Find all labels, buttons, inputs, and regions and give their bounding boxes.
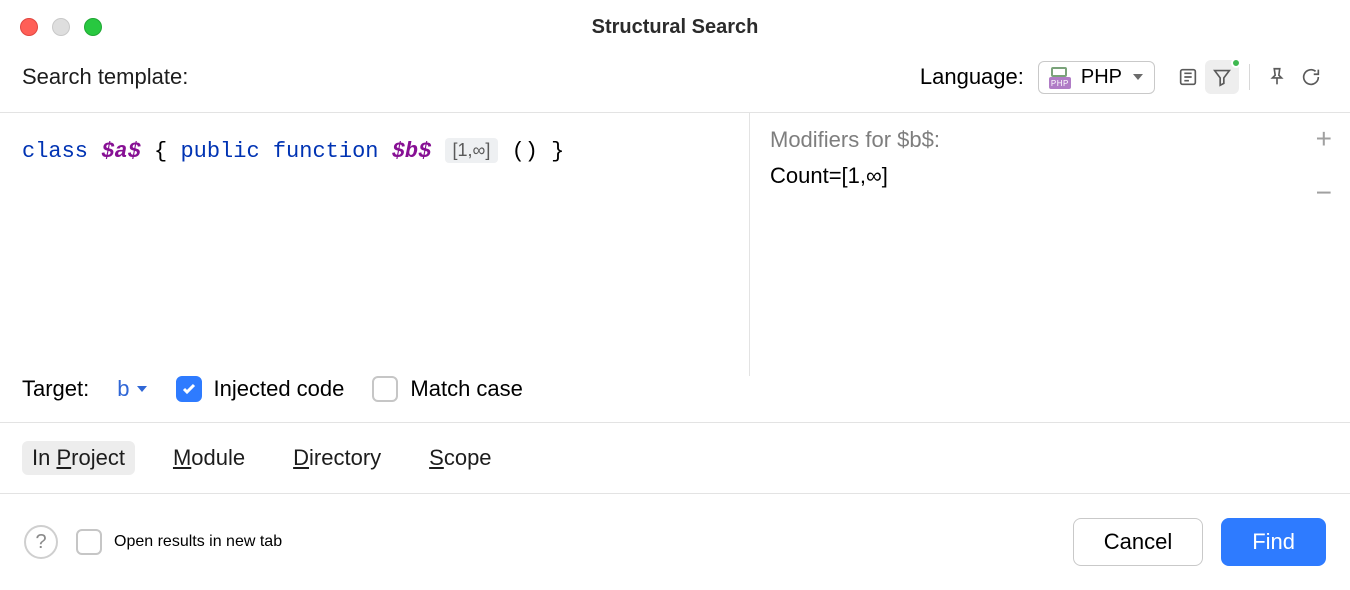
add-modifier-button[interactable]: + (1316, 125, 1332, 153)
modifier-line[interactable]: Count=[1,∞] (770, 163, 1330, 189)
close-window-button[interactable] (20, 18, 38, 36)
scope-tab-scope[interactable]: Scope (419, 441, 501, 475)
target-dropdown[interactable]: b (117, 376, 147, 402)
keyword-function: function (273, 139, 379, 164)
filter-button[interactable] (1205, 60, 1239, 94)
help-button[interactable]: ? (24, 525, 58, 559)
find-button[interactable]: Find (1221, 518, 1326, 566)
language-value: PHP (1081, 66, 1122, 89)
remove-modifier-button[interactable]: − (1316, 179, 1332, 207)
titlebar: Structural Search (0, 0, 1350, 54)
template-editor[interactable]: class $a$ { public function $b$ [1,∞] ()… (0, 113, 750, 376)
variable-b: $b$ (392, 139, 432, 164)
window-title: Structural Search (592, 16, 759, 39)
php-file-icon: PHP (1049, 67, 1071, 87)
scope-tabs: In Project Module Directory Scope (0, 423, 1350, 494)
scope-tab-in-project[interactable]: In Project (22, 441, 135, 475)
separator (1249, 64, 1250, 90)
search-template-label: Search template: (22, 64, 188, 90)
refresh-button[interactable] (1294, 60, 1328, 94)
target-row: Target: b Injected code Match case (0, 376, 1350, 423)
window-controls (20, 18, 102, 36)
injected-code-checkbox[interactable]: Injected code (176, 376, 345, 402)
scope-tab-directory[interactable]: Directory (283, 441, 391, 475)
chevron-down-icon (1132, 71, 1144, 83)
filter-active-indicator (1231, 58, 1241, 68)
modifiers-header: Modifiers for $b$: (770, 127, 1330, 153)
zoom-window-button[interactable] (84, 18, 102, 36)
variable-a: $a$ (101, 139, 141, 164)
parens: () (512, 139, 538, 164)
keyword-public: public (180, 139, 259, 164)
pin-button[interactable] (1260, 60, 1294, 94)
keyword-class: class (22, 139, 88, 164)
match-case-checkbox[interactable]: Match case (372, 376, 523, 402)
scope-tab-module[interactable]: Module (163, 441, 255, 475)
cancel-button[interactable]: Cancel (1073, 518, 1203, 566)
brace-close: } (551, 139, 564, 164)
history-button[interactable] (1171, 60, 1205, 94)
minimize-window-button[interactable] (52, 18, 70, 36)
target-value: b (117, 376, 129, 402)
injected-code-label: Injected code (214, 376, 345, 402)
footer: ? Open results in new tab Cancel Find (0, 494, 1350, 590)
match-case-label: Match case (410, 376, 523, 402)
brace-open: { (154, 139, 167, 164)
target-label: Target: (22, 376, 89, 402)
toolbar: Search template: Language: PHP PHP (0, 54, 1350, 112)
open-new-tab-label: Open results in new tab (114, 533, 282, 551)
count-chip[interactable]: [1,∞] (445, 138, 499, 163)
main-area: class $a$ { public function $b$ [1,∞] ()… (0, 112, 1350, 376)
language-combo[interactable]: PHP PHP (1038, 61, 1155, 94)
language-label: Language: (920, 64, 1024, 90)
open-new-tab-checkbox[interactable]: Open results in new tab (76, 529, 282, 555)
chevron-down-icon (136, 383, 148, 395)
modifiers-panel: Modifiers for $b$: Count=[1,∞] + − (750, 113, 1350, 376)
